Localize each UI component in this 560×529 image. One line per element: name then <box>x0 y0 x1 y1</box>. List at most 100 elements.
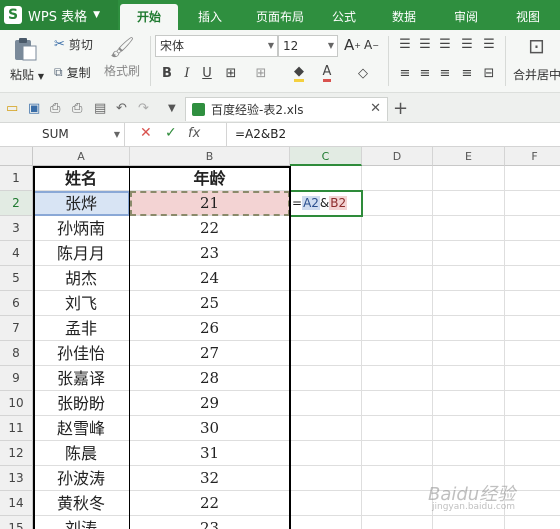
cell-empty[interactable] <box>505 216 560 241</box>
cell-empty[interactable] <box>290 316 362 341</box>
print-icon[interactable]: ⎙ <box>72 101 86 116</box>
decrease-font-button[interactable]: A − <box>364 38 379 52</box>
cell-b[interactable]: 21 <box>130 191 290 216</box>
column-header-a[interactable]: A <box>33 147 130 166</box>
orientation-icon[interactable]: ☰ <box>458 34 476 54</box>
cell-b[interactable]: 24 <box>130 266 290 291</box>
cell-empty[interactable] <box>433 291 505 316</box>
align-bottom-icon[interactable]: ☰ <box>436 34 454 54</box>
row-header[interactable]: 9 <box>0 366 33 391</box>
border-icon[interactable]: ⊞ <box>222 63 240 83</box>
cell-b[interactable]: 25 <box>130 291 290 316</box>
font-color-icon[interactable]: A <box>318 63 336 83</box>
column-header-f[interactable]: F <box>505 147 560 166</box>
close-icon[interactable]: ✕ <box>370 101 381 116</box>
row-header[interactable]: 6 <box>0 291 33 316</box>
align-top-icon[interactable]: ☰ <box>396 34 414 54</box>
cell-empty[interactable] <box>433 416 505 441</box>
cell-empty[interactable] <box>505 241 560 266</box>
cell-b[interactable]: 30 <box>130 416 290 441</box>
tab-insert[interactable]: 插入 <box>182 4 238 30</box>
cell-empty[interactable] <box>505 391 560 416</box>
cell-a[interactable]: 陈晨 <box>33 441 130 466</box>
row-header[interactable]: 12 <box>0 441 33 466</box>
cell-empty[interactable] <box>505 191 560 216</box>
cell-empty[interactable] <box>362 441 433 466</box>
tab-page-layout[interactable]: 页面布局 <box>244 4 316 30</box>
cell-empty[interactable] <box>290 216 362 241</box>
cell-b[interactable]: 31 <box>130 441 290 466</box>
align-center-icon[interactable]: ≡ <box>416 63 434 83</box>
spreadsheet-grid[interactable]: A B C D E F 1 姓名 年龄 2 张烨 21 3 孙炳南 22 4 陈月月 23 5 胡杰 24 6 刘飞 25 7 孟… <box>0 147 560 529</box>
cell-empty[interactable] <box>433 241 505 266</box>
fill-color-icon[interactable]: ◆ <box>290 63 308 83</box>
cell-b[interactable]: 23 <box>130 241 290 266</box>
app-menu-button[interactable]: S WPS 表格 ▼ <box>0 0 118 30</box>
cell-empty[interactable] <box>290 241 362 266</box>
cell-empty[interactable] <box>290 416 362 441</box>
cell-b[interactable]: 23 <box>130 516 290 529</box>
cut-button[interactable]: ✂ 剪切 <box>54 36 93 53</box>
row-header[interactable]: 5 <box>0 266 33 291</box>
cell-empty[interactable] <box>290 266 362 291</box>
cell-a[interactable]: 赵雪峰 <box>33 416 130 441</box>
distribute-icon[interactable]: ⊟ <box>480 63 498 83</box>
cell-empty[interactable] <box>362 341 433 366</box>
underline-button[interactable]: U <box>198 63 216 83</box>
cell-empty[interactable] <box>433 366 505 391</box>
cell-empty[interactable] <box>433 191 505 216</box>
cell-empty[interactable] <box>290 441 362 466</box>
cell-empty[interactable] <box>290 291 362 316</box>
save-icon[interactable]: ▣ <box>28 101 42 116</box>
cell-a[interactable]: 刘飞 <box>33 291 130 316</box>
cell-empty[interactable] <box>505 341 560 366</box>
align-right-icon[interactable]: ≡ <box>436 63 454 83</box>
cell-a[interactable]: 黄秋冬 <box>33 491 130 516</box>
italic-button[interactable]: I <box>178 63 196 83</box>
row-header[interactable]: 8 <box>0 341 33 366</box>
cell-empty[interactable] <box>362 241 433 266</box>
print-preview-icon[interactable]: ⎙ <box>50 101 64 116</box>
justify-icon[interactable]: ≡ <box>458 63 476 83</box>
cell-b[interactable]: 22 <box>130 216 290 241</box>
cell-empty[interactable] <box>362 416 433 441</box>
tab-home[interactable]: 开始 <box>120 4 178 30</box>
tab-data[interactable]: 数据 <box>380 4 428 30</box>
cell-empty[interactable] <box>433 391 505 416</box>
cell-b[interactable]: 27 <box>130 341 290 366</box>
cell-empty[interactable] <box>433 216 505 241</box>
cell-empty[interactable] <box>505 266 560 291</box>
font-size-select[interactable]: 12 ▼ <box>278 35 338 57</box>
clear-format-icon[interactable]: ◇ <box>354 63 372 83</box>
cell-empty[interactable] <box>505 416 560 441</box>
column-header-b[interactable]: B <box>130 147 290 166</box>
row-header[interactable]: 13 <box>0 466 33 491</box>
cell-empty[interactable] <box>362 466 433 491</box>
cancel-icon[interactable]: ✕ <box>140 125 152 141</box>
paste-button[interactable]: 粘贴 ▼ <box>10 66 44 83</box>
active-cell-c2[interactable]: =A2&B2 <box>289 190 363 217</box>
cell-a[interactable]: 张盼盼 <box>33 391 130 416</box>
cell-b[interactable]: 28 <box>130 366 290 391</box>
row-header[interactable]: 4 <box>0 241 33 266</box>
tab-review[interactable]: 审阅 <box>440 4 492 30</box>
cell-b[interactable]: 22 <box>130 491 290 516</box>
column-header-d[interactable]: D <box>362 147 433 166</box>
cell-empty[interactable] <box>433 516 505 529</box>
confirm-icon[interactable]: ✓ <box>165 125 177 141</box>
cell-a[interactable]: 刘涛 <box>33 516 130 529</box>
cell-empty[interactable] <box>362 366 433 391</box>
cell-empty[interactable] <box>433 316 505 341</box>
wrap-text-icon[interactable]: ☰ <box>480 34 498 54</box>
row-header[interactable]: 14 <box>0 491 33 516</box>
cell-empty[interactable] <box>433 266 505 291</box>
row-header[interactable]: 2 <box>0 191 33 216</box>
align-left-icon[interactable]: ≡ <box>396 63 414 83</box>
cell-empty[interactable] <box>362 291 433 316</box>
new-tab-button[interactable]: + <box>393 98 408 119</box>
cell-b[interactable]: 29 <box>130 391 290 416</box>
merge-cells-icon[interactable]: ⊞ <box>252 63 270 83</box>
cell-a[interactable]: 陈月月 <box>33 241 130 266</box>
row-header[interactable]: 3 <box>0 216 33 241</box>
copy-button[interactable]: ⧉ 复制 <box>54 64 91 81</box>
